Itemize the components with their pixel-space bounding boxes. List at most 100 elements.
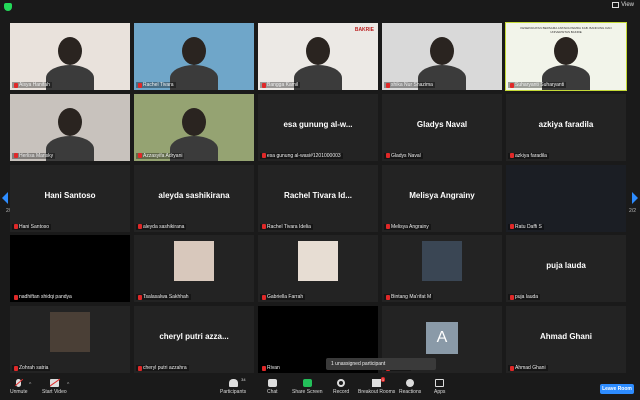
record-icon — [337, 379, 346, 387]
microphone-muted-icon — [14, 82, 18, 88]
microphone-muted-icon — [138, 365, 142, 371]
participant-name: nadhiftan shidqi pandya — [19, 294, 72, 301]
microphone-muted-icon — [510, 294, 514, 300]
participants-button[interactable]: 34 Participants — [220, 377, 246, 395]
microphone-muted-icon — [510, 365, 514, 371]
participant-tile[interactable]: Hani Santoso Hani Santoso — [10, 164, 130, 232]
participant-figure — [58, 37, 82, 65]
microphone-muted-icon — [138, 153, 142, 159]
participant-tile[interactable]: Ahmad Ghani Ahmad Ghani — [506, 306, 626, 373]
participant-name: Ratu Daffi S — [515, 223, 542, 230]
microphone-muted-icon — [138, 82, 142, 88]
participant-tile[interactable]: cheryl putri azza... cheryl putri azzahra — [134, 306, 254, 373]
participant-tile[interactable]: Aisya Hanifah — [10, 23, 130, 90]
unmute-button[interactable]: Unmute — [10, 379, 28, 395]
participant-display-name: Gladys Naval — [416, 119, 468, 129]
participant-name-label: Herlisa Marisky — [12, 152, 56, 159]
participant-name-label: Melisya Angrainy — [384, 223, 431, 230]
participant-name: Suharyanti Suharyanti — [515, 82, 565, 88]
participant-tile[interactable]: Gabriella Farrah — [258, 235, 378, 303]
participant-name-label: Rachel Tivara — [136, 82, 176, 88]
microphone-muted-icon — [14, 294, 18, 300]
share-screen-label: Share Screen — [292, 389, 323, 395]
microphone-muted-icon — [262, 294, 266, 300]
participant-tile[interactable]: shika Nur Shazima — [382, 23, 502, 90]
page-indicator-right: 2/2 — [629, 208, 636, 214]
microphone-muted-icon — [510, 82, 514, 88]
participant-name: azkiya faradila — [515, 152, 547, 159]
previous-page-arrow[interactable] — [2, 192, 8, 204]
participant-tile[interactable]: KESEPAKATAN BERSAMA ANTARA PEMDA KAB. BA… — [505, 22, 627, 91]
participant-name-label: Gladys Naval — [384, 152, 423, 159]
participant-name: Ahmad Ghani — [515, 365, 546, 371]
participant-name: Bangga Kamil — [267, 82, 299, 88]
gallery-grid: Aisya Hanifah Rachel Tivara BAKRIE Bangga K… — [10, 22, 630, 373]
microphone-muted-icon — [510, 224, 514, 229]
participant-tile[interactable]: puja lauda puja lauda — [506, 235, 626, 303]
record-button[interactable]: Record — [333, 379, 349, 395]
participant-display-name: Ahmad Ghani — [539, 332, 592, 341]
reactions-button[interactable]: Reactions — [399, 379, 421, 395]
participant-tile[interactable]: azkiya faradila azkiya faradila — [506, 93, 626, 161]
reactions-label: Reactions — [399, 389, 422, 395]
audio-options-chevron-icon[interactable]: ^ — [29, 382, 31, 388]
participant-figure — [182, 107, 206, 136]
participant-tile[interactable]: Melisya Angrainy Melisya Angrainy — [382, 164, 502, 232]
participant-display-name: Melisya Angrainy — [409, 190, 475, 200]
unassigned-participant-notice[interactable]: 1 unassigned participant — [326, 358, 436, 370]
participant-tile[interactable]: Herlisa Marisky — [10, 93, 130, 161]
participant-name-label: Gabriella Farrah — [260, 294, 306, 301]
breakout-rooms-label: Breakout Rooms — [358, 389, 396, 395]
participant-tile[interactable]: Bintang Ma'rifat M — [382, 235, 502, 303]
participant-tile[interactable]: aleyda sashikirana aleyda sashikirana — [134, 164, 254, 232]
start-video-button[interactable]: Start Video — [42, 379, 67, 395]
participant-name: Rachel Tivara — [143, 82, 174, 88]
participant-tile[interactable]: Rachel Tivara — [134, 23, 254, 90]
breakout-rooms-icon: 1 — [372, 377, 386, 387]
participant-tile[interactable]: Ratu Daffi S — [506, 164, 626, 232]
microphone-muted-icon — [262, 153, 266, 159]
background-logo: BAKRIE — [354, 27, 374, 33]
participant-name: Rachel Tivara Idelia — [267, 223, 311, 230]
background-banner-text: KESEPAKATAN BERSAMA ANTARA PEMDA KAB. BA… — [520, 26, 612, 34]
apps-button[interactable]: Apps — [434, 379, 445, 395]
participant-name: Azzasyifa Adryani — [143, 152, 183, 159]
share-screen-button[interactable]: Share Screen — [292, 379, 323, 395]
breakout-rooms-button[interactable]: 1 Breakout Rooms — [358, 377, 396, 395]
microphone-muted-icon — [14, 153, 18, 159]
start-video-label: Start Video — [42, 389, 67, 395]
top-bar: View — [0, 0, 640, 14]
avatar: A — [426, 322, 458, 354]
view-button[interactable]: View — [612, 2, 634, 8]
participant-tile[interactable]: Azzasyifa Adryani — [134, 93, 254, 161]
participant-display-name: cheryl putri azza... — [159, 332, 229, 341]
participant-tile[interactable]: Rachel Tivara Id... Rachel Tivara Idelia — [258, 164, 378, 232]
participant-tile[interactable]: BAKRIE Bangga Kamil — [258, 23, 378, 90]
participant-name-label: cheryl putri azzahra — [136, 365, 189, 371]
meeting-toolbar: Unmute ^ Start Video ^ 34 Participants C… — [0, 375, 640, 400]
participant-tile[interactable]: esa gunung al-w... esa gunung al-wasi#120… — [258, 93, 378, 161]
profile-photo — [422, 241, 462, 282]
participant-tile[interactable]: nadhiftan shidqi pandya — [10, 235, 130, 303]
participant-tile[interactable]: Gladys Naval Gladys Naval — [382, 93, 502, 161]
participant-display-name: Rachel Tivara Id... — [284, 190, 352, 200]
participant-name-label: Suharyanti Suharyanti — [508, 82, 567, 88]
participant-tile[interactable]: Tsalasalwa Sakhhah — [134, 235, 254, 303]
video-options-chevron-icon[interactable]: ^ — [67, 382, 69, 388]
chat-button[interactable]: Chat — [267, 379, 278, 395]
participant-display-name: esa gunung al-w... — [283, 119, 353, 129]
participant-name: Hani Santoso — [19, 223, 50, 230]
microphone-muted-icon — [386, 294, 390, 300]
leave-room-button[interactable]: Leave Room — [600, 384, 634, 394]
participant-name: Melisya Angrainy — [391, 223, 429, 230]
next-page-arrow[interactable] — [632, 192, 638, 204]
participant-name-label: shika Nur Shazima — [384, 82, 435, 88]
profile-photo — [50, 312, 90, 352]
participant-tile[interactable]: Zohrah satria — [10, 306, 130, 373]
participant-figure — [306, 37, 330, 65]
shield-icon[interactable] — [4, 3, 12, 11]
participant-name-label: Ratu Daffi S — [508, 223, 544, 230]
participant-name: Tsalasalwa Sakhhah — [143, 294, 189, 301]
participant-name: esa gunung al-wasi#1201000003 — [267, 152, 341, 159]
microphone-muted-icon — [14, 365, 18, 371]
